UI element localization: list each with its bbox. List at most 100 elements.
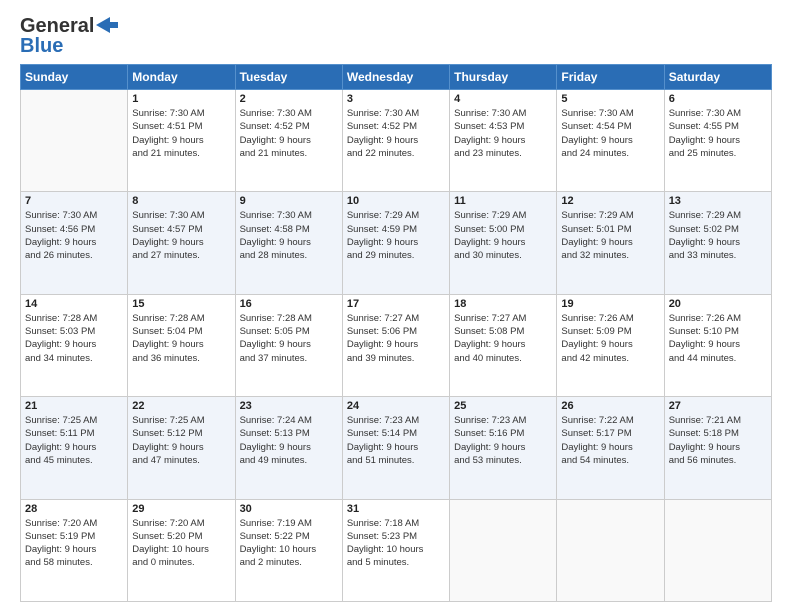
logo-arrow-icon <box>96 17 118 33</box>
day-number: 31 <box>347 503 445 515</box>
day-info: Sunrise: 7:30 AMSunset: 4:51 PMDaylight:… <box>132 107 230 160</box>
day-number: 2 <box>240 93 338 105</box>
day-info: Sunrise: 7:23 AMSunset: 5:16 PMDaylight:… <box>454 414 552 467</box>
calendar-cell <box>557 499 664 601</box>
calendar-week-2: 7 Sunrise: 7:30 AMSunset: 4:56 PMDaylight… <box>21 192 772 294</box>
day-number: 17 <box>347 298 445 310</box>
day-info: Sunrise: 7:30 AMSunset: 4:52 PMDaylight:… <box>347 107 445 160</box>
calendar-cell: 22Sunrise: 7:25 AMSunset: 5:12 PMDayligh… <box>128 397 235 499</box>
day-info: Sunrise: 7:30 AMSunset: 4:55 PMDaylight:… <box>669 107 767 160</box>
day-info: Sunrise: 7:30 AMSunset: 4:57 PMDaylight:… <box>132 209 230 262</box>
calendar-cell: 28 Sunrise: 7:20 AMSunset: 5:19 PMDayligh… <box>21 499 128 601</box>
day-number: 25 <box>454 400 552 412</box>
day-number: 15 <box>132 298 230 310</box>
calendar-cell: 25 Sunrise: 7:23 AMSunset: 5:16 PMDayligh… <box>450 397 557 499</box>
calendar-cell: 26 Sunrise: 7:22 AMSunset: 5:17 PMDayligh… <box>557 397 664 499</box>
weekday-monday: Monday <box>128 65 235 90</box>
day-info: Sunrise: 7:23 AMSunset: 5:14 PMDaylight:… <box>347 414 445 467</box>
calendar-cell: 11 Sunrise: 7:29 AMSunset: 5:00 PMDayligh… <box>450 192 557 294</box>
calendar-cell: 17 Sunrise: 7:27 AMSunset: 5:06 PMDayligh… <box>342 294 449 396</box>
day-number: 4 <box>454 93 552 105</box>
day-info: Sunrise: 7:21 AMSunset: 5:18 PMDaylight:… <box>669 414 767 467</box>
day-number: 12 <box>561 195 659 207</box>
day-number: 26 <box>561 400 659 412</box>
calendar-cell: 30 Sunrise: 7:19 AMSunset: 5:22 PMDayligh… <box>235 499 342 601</box>
calendar-cell: 9 Sunrise: 7:30 AMSunset: 4:58 PMDaylight… <box>235 192 342 294</box>
calendar-cell: 18Sunrise: 7:27 AMSunset: 5:08 PMDayligh… <box>450 294 557 396</box>
day-info: Sunrise: 7:30 AMSunset: 4:53 PMDaylight:… <box>454 107 552 160</box>
calendar-week-5: 28 Sunrise: 7:20 AMSunset: 5:19 PMDayligh… <box>21 499 772 601</box>
day-info: Sunrise: 7:28 AMSunset: 5:03 PMDaylight:… <box>25 312 123 365</box>
day-info: Sunrise: 7:25 AMSunset: 5:11 PMDaylight:… <box>25 414 123 467</box>
day-number: 30 <box>240 503 338 515</box>
day-info: Sunrise: 7:30 AMSunset: 4:56 PMDaylight:… <box>25 209 123 262</box>
calendar-cell: 7 Sunrise: 7:30 AMSunset: 4:56 PMDaylight… <box>21 192 128 294</box>
calendar-cell: 4 Sunrise: 7:30 AMSunset: 4:53 PMDaylight… <box>450 90 557 192</box>
day-info: Sunrise: 7:25 AMSunset: 5:12 PMDaylight:… <box>132 414 230 467</box>
day-info: Sunrise: 7:28 AMSunset: 5:05 PMDaylight:… <box>240 312 338 365</box>
calendar-week-3: 14 Sunrise: 7:28 AMSunset: 5:03 PMDayligh… <box>21 294 772 396</box>
day-info: Sunrise: 7:18 AMSunset: 5:23 PMDaylight:… <box>347 517 445 570</box>
calendar-cell: 29 Sunrise: 7:20 AMSunset: 5:20 PMDayligh… <box>128 499 235 601</box>
calendar-cell: 3 Sunrise: 7:30 AMSunset: 4:52 PMDaylight… <box>342 90 449 192</box>
day-number: 29 <box>132 503 230 515</box>
calendar-cell: 2 Sunrise: 7:30 AMSunset: 4:52 PMDaylight… <box>235 90 342 192</box>
weekday-friday: Friday <box>557 65 664 90</box>
day-info: Sunrise: 7:29 AMSunset: 5:00 PMDaylight:… <box>454 209 552 262</box>
day-info: Sunrise: 7:19 AMSunset: 5:22 PMDaylight:… <box>240 517 338 570</box>
day-number: 14 <box>25 298 123 310</box>
calendar-cell: 23Sunrise: 7:24 AMSunset: 5:13 PMDayligh… <box>235 397 342 499</box>
day-info: Sunrise: 7:20 AMSunset: 5:19 PMDaylight:… <box>25 517 123 570</box>
weekday-sunday: Sunday <box>21 65 128 90</box>
calendar-cell <box>21 90 128 192</box>
calendar-cell: 13Sunrise: 7:29 AMSunset: 5:02 PMDayligh… <box>664 192 771 294</box>
calendar-week-1: 1 Sunrise: 7:30 AMSunset: 4:51 PMDaylight… <box>21 90 772 192</box>
day-number: 13 <box>669 195 767 207</box>
weekday-saturday: Saturday <box>664 65 771 90</box>
day-info: Sunrise: 7:30 AMSunset: 4:58 PMDaylight:… <box>240 209 338 262</box>
day-number: 9 <box>240 195 338 207</box>
day-info: Sunrise: 7:26 AMSunset: 5:10 PMDaylight:… <box>669 312 767 365</box>
day-info: Sunrise: 7:27 AMSunset: 5:06 PMDaylight:… <box>347 312 445 365</box>
day-number: 19 <box>561 298 659 310</box>
day-info: Sunrise: 7:20 AMSunset: 5:20 PMDaylight:… <box>132 517 230 570</box>
calendar-cell: 5 Sunrise: 7:30 AMSunset: 4:54 PMDaylight… <box>557 90 664 192</box>
day-number: 28 <box>25 503 123 515</box>
day-number: 20 <box>669 298 767 310</box>
calendar-cell: 31 Sunrise: 7:18 AMSunset: 5:23 PMDayligh… <box>342 499 449 601</box>
day-number: 1 <box>132 93 230 105</box>
calendar-cell <box>450 499 557 601</box>
calendar-table: SundayMondayTuesdayWednesdayThursdayFrid… <box>20 64 772 602</box>
logo-blue: Blue <box>20 36 63 56</box>
weekday-tuesday: Tuesday <box>235 65 342 90</box>
calendar-cell: 14 Sunrise: 7:28 AMSunset: 5:03 PMDayligh… <box>21 294 128 396</box>
day-number: 10 <box>347 195 445 207</box>
day-number: 24 <box>347 400 445 412</box>
day-number: 5 <box>561 93 659 105</box>
day-number: 27 <box>669 400 767 412</box>
calendar-cell: 10Sunrise: 7:29 AMSunset: 4:59 PMDayligh… <box>342 192 449 294</box>
calendar-week-4: 21 Sunrise: 7:25 AMSunset: 5:11 PMDayligh… <box>21 397 772 499</box>
day-info: Sunrise: 7:30 AMSunset: 4:54 PMDaylight:… <box>561 107 659 160</box>
day-info: Sunrise: 7:22 AMSunset: 5:17 PMDaylight:… <box>561 414 659 467</box>
day-number: 7 <box>25 195 123 207</box>
day-number: 21 <box>25 400 123 412</box>
day-number: 6 <box>669 93 767 105</box>
calendar-cell: 6 Sunrise: 7:30 AMSunset: 4:55 PMDaylight… <box>664 90 771 192</box>
calendar-cell: 8 Sunrise: 7:30 AMSunset: 4:57 PMDaylight… <box>128 192 235 294</box>
day-info: Sunrise: 7:29 AMSunset: 5:01 PMDaylight:… <box>561 209 659 262</box>
day-number: 16 <box>240 298 338 310</box>
day-info: Sunrise: 7:24 AMSunset: 5:13 PMDaylight:… <box>240 414 338 467</box>
calendar-cell: 21 Sunrise: 7:25 AMSunset: 5:11 PMDayligh… <box>21 397 128 499</box>
day-number: 11 <box>454 195 552 207</box>
day-info: Sunrise: 7:30 AMSunset: 4:52 PMDaylight:… <box>240 107 338 160</box>
day-number: 3 <box>347 93 445 105</box>
day-number: 8 <box>132 195 230 207</box>
logo-general: General <box>20 16 94 36</box>
day-info: Sunrise: 7:28 AMSunset: 5:04 PMDaylight:… <box>132 312 230 365</box>
calendar-cell: 12 Sunrise: 7:29 AMSunset: 5:01 PMDayligh… <box>557 192 664 294</box>
weekday-header-row: SundayMondayTuesdayWednesdayThursdayFrid… <box>21 65 772 90</box>
header: General Blue <box>20 16 772 56</box>
weekday-wednesday: Wednesday <box>342 65 449 90</box>
day-info: Sunrise: 7:27 AMSunset: 5:08 PMDaylight:… <box>454 312 552 365</box>
